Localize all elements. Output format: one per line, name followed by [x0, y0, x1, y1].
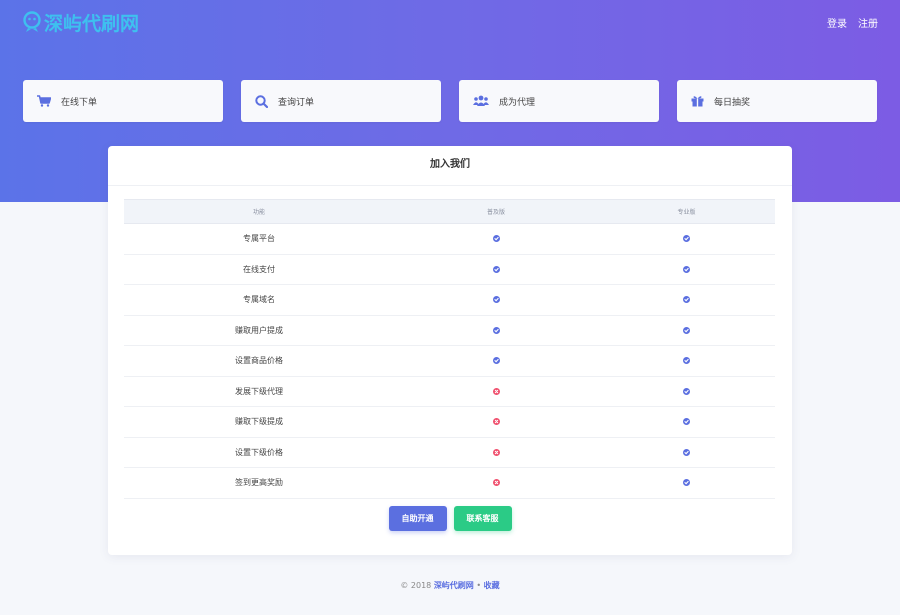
check-icon	[683, 479, 690, 487]
feature-name: 签到更高奖励	[235, 478, 283, 488]
nav-card-label: 成为代理	[499, 97, 536, 108]
column-header-feature: 功能	[124, 199, 394, 224]
table-row: 专属域名	[124, 285, 775, 316]
nav-cards: 在线下单 查询订单 成为代理 每日抽奖	[23, 80, 877, 122]
nav-card-label: 在线下单	[61, 97, 98, 108]
pro-availability	[598, 407, 775, 438]
nav-card-label: 查询订单	[278, 97, 315, 108]
footer: © 2018 深屿代刷网 • 收藏	[0, 580, 900, 591]
footer-site-link[interactable]: 深屿代刷网	[434, 581, 474, 590]
feature-name: 发展下级代理	[235, 386, 283, 396]
footer-favorite-link[interactable]: 收藏	[484, 581, 500, 590]
feature-comparison-table: 功能 普及版 专业版 专属平台在线支付专属域名赚取用户提成 设置商品价格 发展下级代…	[124, 199, 775, 499]
table-header-row: 功能 普及版 专业版	[124, 199, 775, 224]
top-bar: 深屿代刷网 登录 注册	[0, 0, 900, 44]
feature-name: 设置下级价格	[235, 447, 283, 457]
feature-name: 在线支付	[243, 264, 275, 274]
pro-availability	[598, 315, 775, 346]
pro-availability	[598, 468, 775, 499]
column-header-pro: 专业版	[598, 199, 775, 224]
table-row: 设置商品价格	[124, 346, 775, 377]
cross-icon	[492, 418, 500, 426]
check-icon	[492, 235, 500, 243]
panel-title: 加入我们	[108, 146, 792, 186]
feature-name: 赚取用户提成	[235, 325, 283, 335]
basic-availability	[394, 437, 598, 468]
self-open-button[interactable]: 自助开通	[388, 506, 447, 531]
check-icon	[683, 235, 690, 243]
check-icon	[492, 265, 500, 273]
check-icon	[683, 418, 690, 426]
footer-separator: •	[476, 581, 482, 590]
check-icon	[492, 296, 500, 304]
pro-availability	[598, 254, 775, 285]
check-icon	[492, 357, 500, 365]
pro-availability	[598, 346, 775, 377]
action-buttons: 自助开通 联系客服	[108, 506, 792, 531]
check-icon	[683, 326, 690, 334]
basic-availability	[394, 468, 598, 499]
column-header-basic: 普及版	[394, 199, 598, 224]
cart-icon	[37, 95, 51, 107]
nav-card-label: 每日抽奖	[714, 97, 751, 108]
pro-availability	[598, 285, 775, 316]
feature-name: 专属域名	[243, 295, 275, 305]
basic-availability	[394, 346, 598, 377]
nav-card-query[interactable]: 查询订单	[241, 80, 441, 122]
login-link[interactable]: 登录	[827, 15, 847, 30]
join-panel: 加入我们 功能 普及版 专业版 专属平台在线支付专属域名赚取用户提成 设置商品价格…	[108, 146, 792, 555]
pro-availability	[598, 376, 775, 407]
nav-card-order[interactable]: 在线下单	[23, 80, 223, 122]
nav-card-lottery[interactable]: 每日抽奖	[677, 80, 877, 122]
basic-availability	[394, 407, 598, 438]
cross-icon	[492, 479, 500, 487]
logo[interactable]: 深屿代刷网	[22, 9, 139, 35]
basic-availability	[394, 376, 598, 407]
feature-name: 专属平台	[243, 234, 275, 244]
table-row: 发展下级代理	[124, 376, 775, 407]
table-row: 设置下级价格	[124, 437, 775, 468]
table-row: 专属平台	[124, 224, 775, 255]
check-icon	[492, 326, 500, 334]
table-row: 在线支付	[124, 254, 775, 285]
pro-availability	[598, 437, 775, 468]
basic-availability	[394, 315, 598, 346]
cross-icon	[492, 448, 500, 456]
check-icon	[683, 357, 690, 365]
auth-links: 登录 注册	[827, 15, 878, 30]
basic-availability	[394, 254, 598, 285]
register-link[interactable]: 注册	[858, 15, 878, 30]
check-icon	[683, 448, 690, 456]
check-icon	[683, 296, 690, 304]
nav-card-agent[interactable]: 成为代理	[459, 80, 659, 122]
pro-availability	[598, 224, 775, 255]
feature-name: 赚取下级提成	[235, 417, 283, 427]
search-icon	[255, 94, 268, 108]
table-row: 赚取下级提成	[124, 407, 775, 438]
contact-support-button[interactable]: 联系客服	[453, 506, 512, 531]
table-row: 赚取用户提成	[124, 315, 775, 346]
gift-icon	[691, 96, 704, 107]
check-icon	[683, 387, 690, 395]
copyright-text: © 2018	[400, 581, 432, 590]
table-row: 签到更高奖励	[124, 468, 775, 499]
logo-mascot-icon	[23, 11, 41, 32]
feature-name: 设置商品价格	[235, 356, 283, 366]
site-name: 深屿代刷网	[44, 12, 140, 35]
cross-icon	[492, 387, 500, 395]
basic-availability	[394, 224, 598, 255]
table-body: 专属平台在线支付专属域名赚取用户提成 设置商品价格 发展下级代理 赚取下级提成 设置下级…	[124, 224, 775, 499]
users-icon	[473, 95, 489, 106]
basic-availability	[394, 285, 598, 316]
check-icon	[683, 265, 690, 273]
